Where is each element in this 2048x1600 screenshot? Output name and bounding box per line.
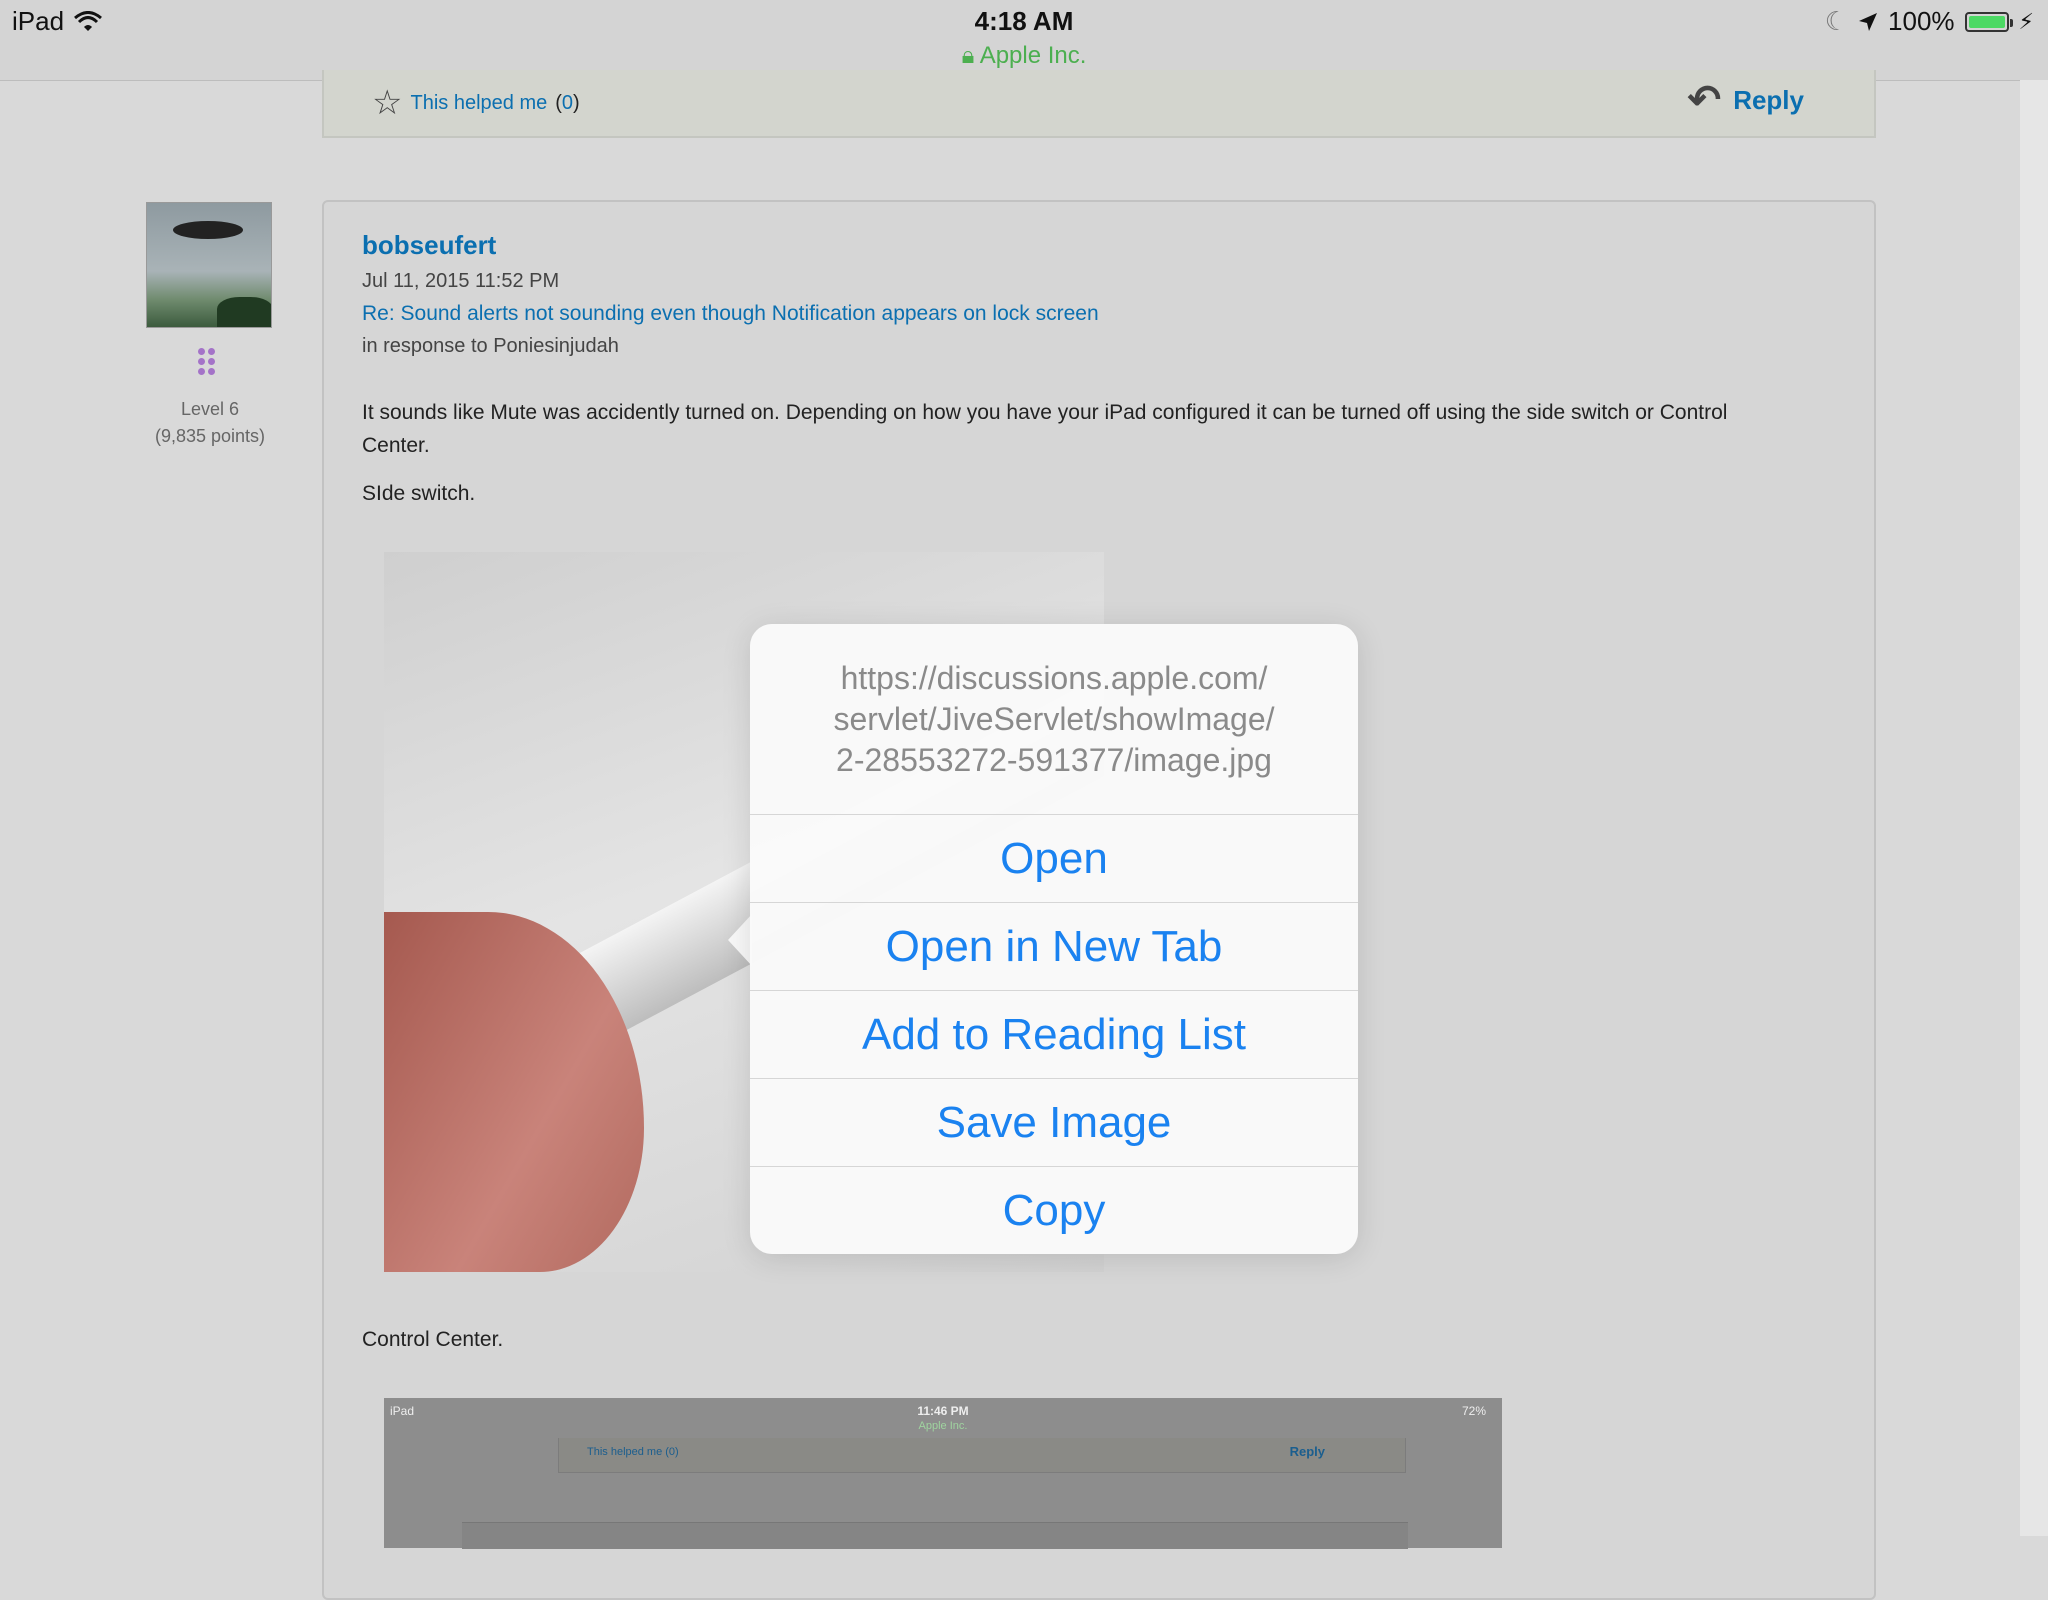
battery-percent: 100% (1888, 6, 1955, 36)
menu-item-save-image[interactable]: Save Image (750, 1078, 1358, 1166)
moon-icon: ☾ (1824, 6, 1849, 36)
level-label: Level 6 (180, 399, 240, 419)
side-switch-caption: SIde switch. (362, 482, 476, 505)
embedded-helped: This helped me (0) (587, 1446, 679, 1458)
helped-label: This helped me (410, 91, 548, 114)
menu-item-open[interactable]: Open (750, 814, 1358, 902)
menu-item-copy[interactable]: Copy (750, 1166, 1358, 1254)
site-name: Apple Inc. (979, 42, 1087, 69)
embedded-reply: Reply (1289, 1444, 1325, 1459)
lock-icon: 🔒︎ (961, 42, 975, 69)
helped-count: (0) (555, 91, 580, 114)
reply-button[interactable]: ↶ Reply (1688, 80, 1804, 120)
status-right: ☾ 100% ⚡︎ (1825, 6, 2034, 37)
location-arrow-icon (1859, 12, 1878, 31)
embedded-battery: 72% (1461, 1404, 1486, 1418)
popover-url-line-3: 2-28553272-591377/image.jpg (836, 742, 1272, 778)
site-identity[interactable]: 🔒︎ Apple Inc. (0, 42, 2048, 70)
status-bar: iPad 4:18 AM 🔒︎ Apple Inc. ☾ 100% ⚡︎ (0, 0, 2048, 81)
charging-icon: ⚡︎ (2018, 8, 2034, 34)
embedded-time: 11:46 PM (917, 1404, 969, 1418)
reply-arrow-icon: ↶ (1687, 78, 1722, 122)
post-body: It sounds like Mute was accidently turne… (362, 401, 1728, 457)
scroll-gutter (2020, 80, 2048, 1536)
control-center-caption: Control Center. (362, 1328, 504, 1351)
level-badge-icon (198, 348, 218, 376)
menu-item-add-reading-list[interactable]: Add to Reading List (750, 990, 1358, 1078)
avatar[interactable] (146, 202, 272, 328)
popover-url-line-1: https://discussions.apple.com/ (840, 660, 1268, 696)
post-author[interactable]: bobseufert (362, 230, 496, 261)
star-icon: ☆ (372, 84, 403, 122)
status-time: 4:18 AM (974, 6, 1074, 36)
image-context-menu: https://discussions.apple.com/ servlet/J… (750, 624, 1358, 1254)
reply-label: Reply (1733, 84, 1804, 115)
post-subject-link[interactable]: Re: Sound alerts not sounding even thoug… (362, 302, 1099, 326)
popover-url: https://discussions.apple.com/ servlet/J… (750, 658, 1358, 781)
battery-icon (1964, 11, 2013, 32)
embedded-site: Apple Inc. (918, 1420, 968, 1432)
embedded-screenshot[interactable]: iPad 11:46 PM 72% Apple Inc. This helped… (384, 1398, 1502, 1549)
popover-arrow (728, 914, 752, 966)
author-level: Level 6 (9,835 points) (110, 396, 310, 450)
avatar-trees (217, 297, 271, 327)
points-label: (9,835 points) (154, 426, 266, 446)
post-date: Jul 11, 2015 11:52 PM (362, 270, 560, 292)
avatar-ufo (173, 221, 243, 239)
helped-button[interactable]: ☆ This helped me (0) (372, 86, 580, 120)
in-response-to: in response to Poniesinjudah (362, 335, 619, 357)
popover-url-line-2: servlet/JiveServlet/showImage/ (833, 701, 1275, 737)
menu-item-open-new-tab[interactable]: Open in New Tab (750, 902, 1358, 990)
embedded-footer: This helped me (0) Reply (558, 1438, 1406, 1473)
previous-post-footer: ☆ This helped me (0) ↶ Reply (322, 70, 1876, 138)
